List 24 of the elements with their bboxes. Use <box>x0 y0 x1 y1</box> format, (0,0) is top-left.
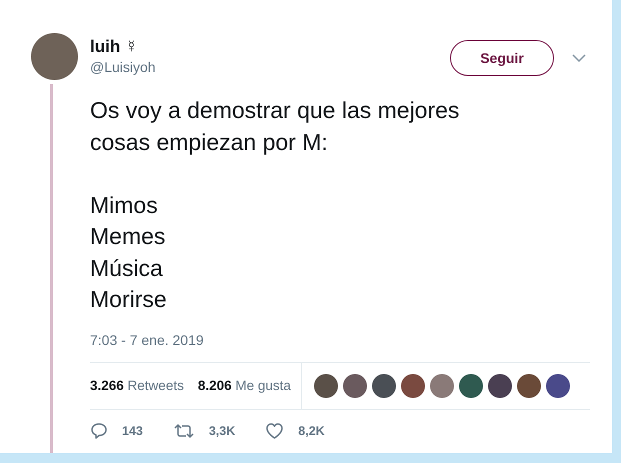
speech-bubble-icon[interactable] <box>90 422 108 440</box>
action-count: 3,3K <box>208 424 236 438</box>
action-count: 143 <box>122 424 143 438</box>
action-count: 8,2K <box>298 424 325 438</box>
stat-count[interactable]: 8.206 Me gusta <box>198 378 291 393</box>
heart-icon[interactable] <box>265 422 284 440</box>
retweet-icon[interactable] <box>172 422 195 440</box>
tweet-timestamp[interactable]: 7:03 - 7 ene. 2019 <box>90 332 204 348</box>
author-name[interactable]: luih ☿ <box>90 37 138 57</box>
avatar-placeholder <box>30 33 78 80</box>
tweet-text: Mimos Memes Música Morirse <box>90 190 168 314</box>
chevron-down-icon[interactable] <box>572 54 586 62</box>
stat-count[interactable]: 3.266 Retweets <box>90 378 184 393</box>
liker-avatar[interactable] <box>372 374 396 398</box>
follow-button[interactable]: Seguir <box>450 40 554 76</box>
liker-avatar[interactable] <box>342 374 367 398</box>
liker-avatar[interactable] <box>546 374 570 398</box>
liker-avatar[interactable] <box>458 374 483 398</box>
liker-avatar[interactable] <box>400 374 425 398</box>
liker-avatar[interactable] <box>516 374 541 398</box>
author-handle[interactable]: @Luisiyoh <box>90 59 156 75</box>
liker-avatar[interactable] <box>488 374 512 398</box>
liker-avatar[interactable] <box>314 374 338 398</box>
tweet-text: Os voy a demostrar que las mejores cosas empiezan por M: <box>90 96 460 157</box>
